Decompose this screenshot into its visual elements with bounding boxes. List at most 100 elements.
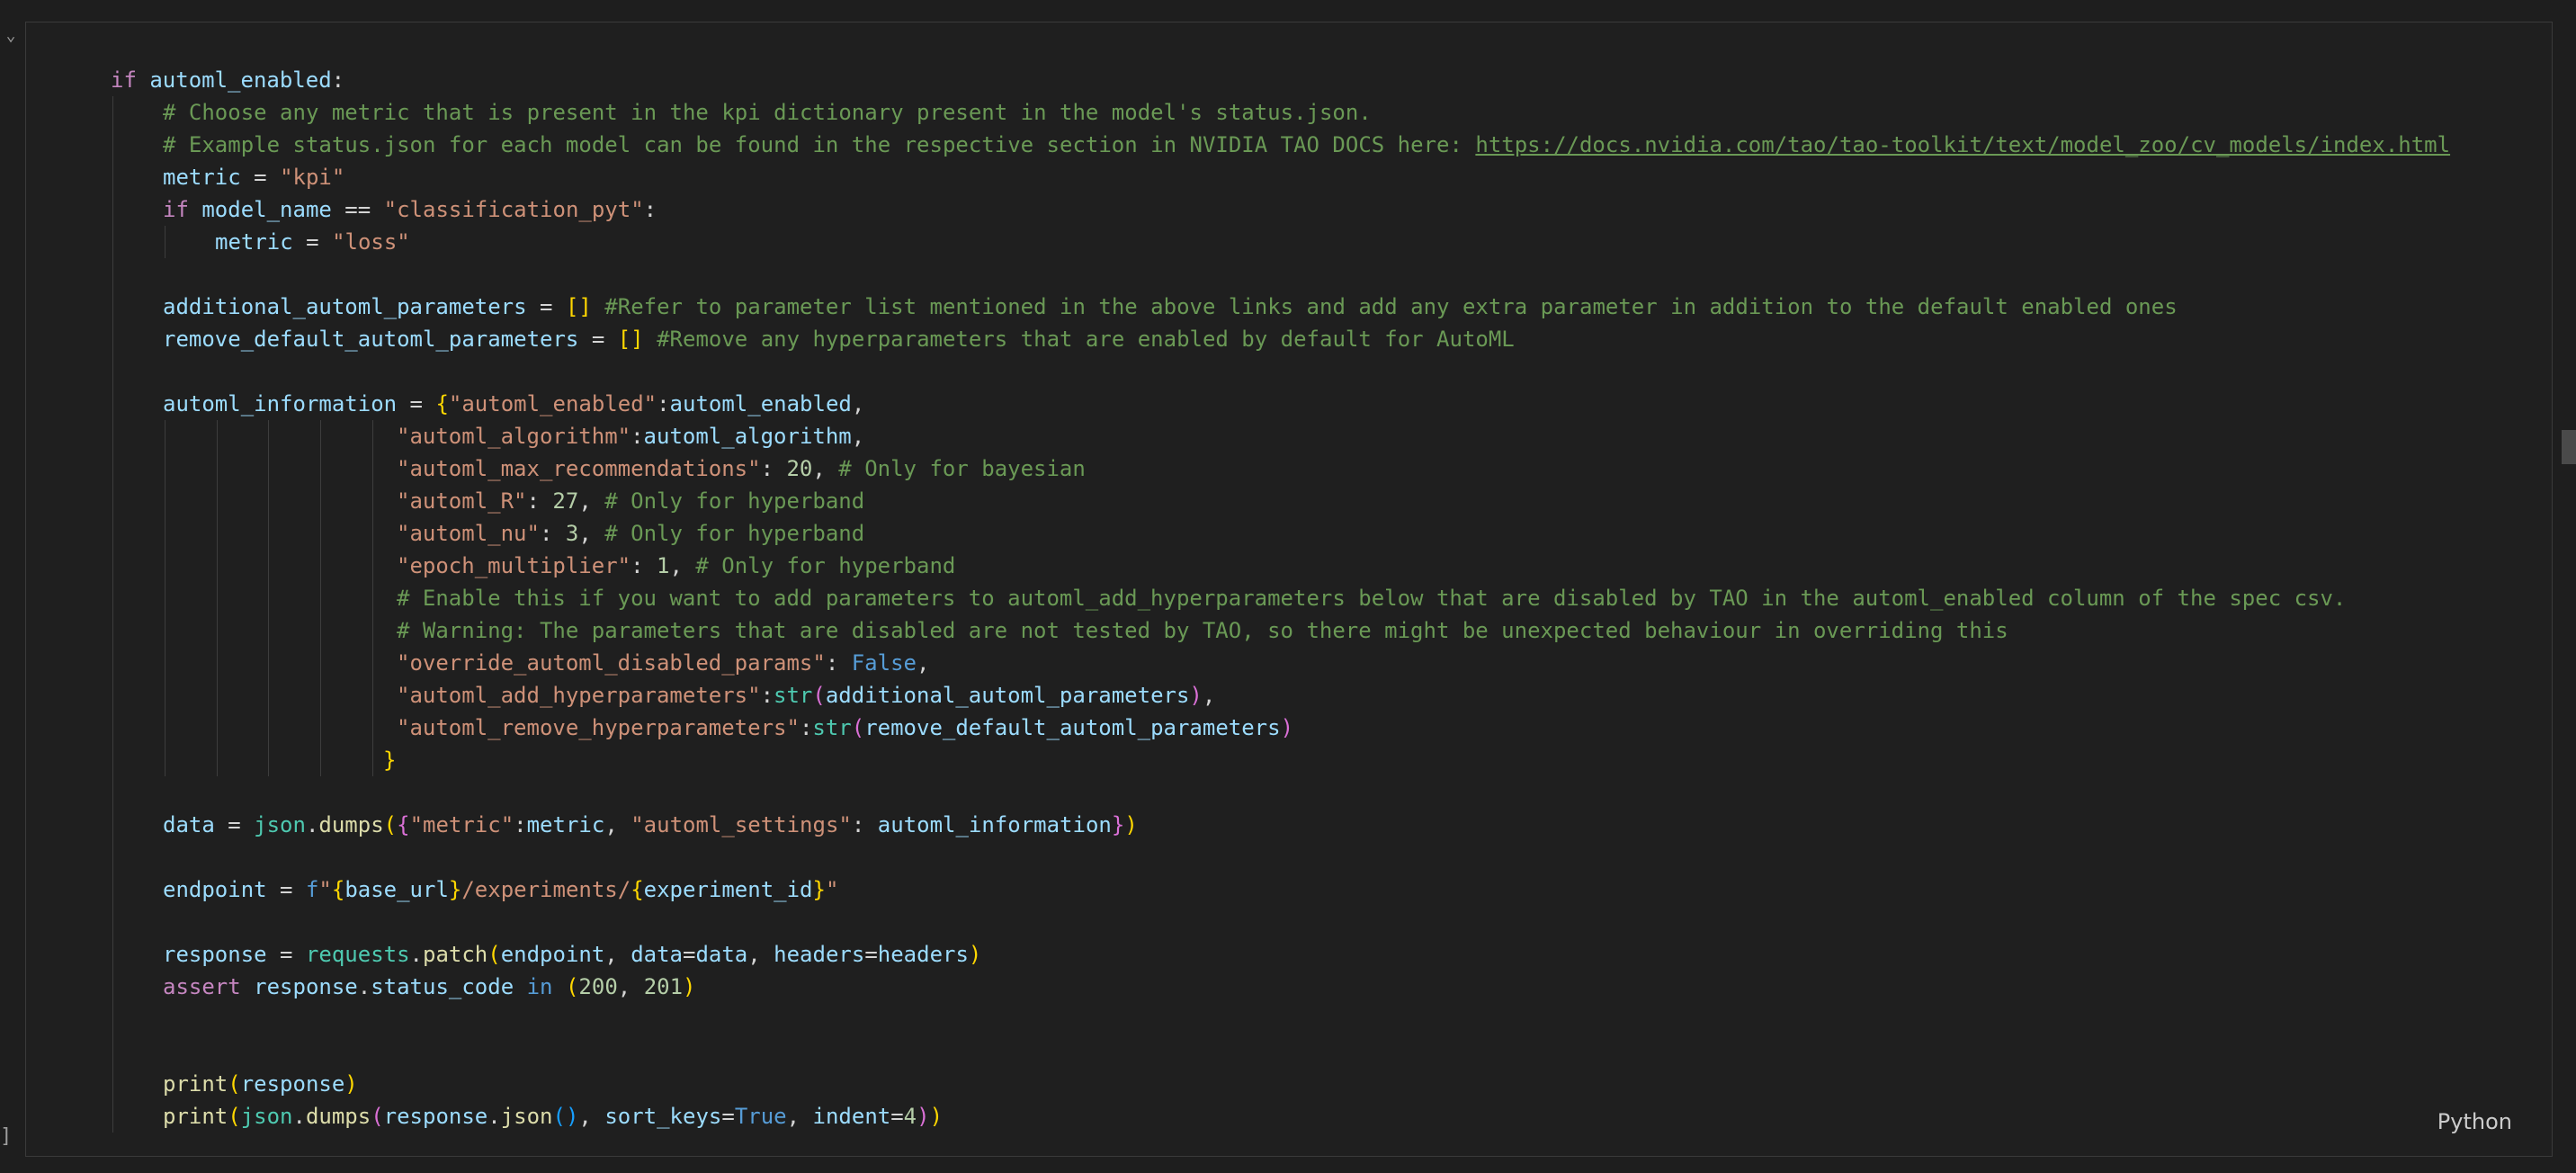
code-token: # Choose any metric that is present in t… [163, 100, 1372, 125]
code-token: "automl_R" [397, 488, 527, 514]
code-token: ( [371, 1104, 384, 1129]
indent-guide [112, 420, 113, 452]
indent-guide [320, 647, 321, 679]
indent-guide [112, 291, 113, 323]
code-token: "override_automl_disabled_params" [397, 650, 826, 676]
notebook-code-cell[interactable]: if automl_enabled: # Choose any metric th… [25, 22, 2553, 1157]
code-token: 1 [657, 553, 670, 578]
indent-guide [372, 679, 373, 712]
code-token: "automl_remove_hyperparameters" [397, 715, 800, 740]
indent-guide [217, 550, 218, 582]
code-token: response [383, 1104, 488, 1129]
code-token: "classification_pyt" [383, 197, 644, 222]
code-token: 200 [578, 974, 618, 999]
code-token: base_url [344, 877, 449, 902]
code-token: remove_default_automl_parameters [163, 327, 579, 352]
indent-guide [372, 452, 373, 485]
code-text: metric = "kpi" [163, 161, 344, 193]
code-token: ( [487, 942, 501, 967]
indent-guide [320, 517, 321, 550]
code-text: "automl_remove_hyperparameters":str(remo… [397, 712, 1293, 744]
code-token: ( [228, 1104, 241, 1129]
code-token: ) [917, 1104, 930, 1129]
cell-language-label[interactable]: Python [2437, 1109, 2512, 1134]
code-token: ) [344, 1071, 358, 1097]
code-token: "metric" [409, 812, 514, 837]
indent-guide [372, 485, 373, 517]
code-token: data [631, 942, 683, 967]
code-token: "automl_nu" [397, 521, 540, 546]
code-token: " [825, 877, 839, 902]
code-token: 20 [786, 456, 813, 481]
code-text: endpoint = f"{base_url}/experiments/{exp… [163, 873, 838, 906]
code-token: in [526, 974, 553, 999]
indent-guide [320, 712, 321, 744]
code-token: : [760, 683, 774, 708]
code-token: { [631, 877, 644, 902]
code-token: data [163, 812, 215, 837]
code-token: : [631, 424, 644, 449]
indent-guide [217, 744, 218, 776]
indent-guide [112, 193, 113, 226]
indent-guide [268, 420, 269, 452]
code-token: , [851, 424, 865, 449]
indent-guide [112, 873, 113, 906]
code-token: = [266, 942, 306, 967]
code-token: [] [565, 294, 592, 319]
docs-link[interactable]: https://docs.nvidia.com/tao/tao-toolkit/… [1475, 132, 2450, 157]
code-token: model_name [201, 197, 332, 222]
code-token: automl_information [877, 812, 1112, 837]
code-token: : [643, 197, 657, 222]
indent-guide [112, 582, 113, 614]
code-token: = [214, 812, 255, 837]
code-token: status_code [371, 974, 514, 999]
code-token: = [683, 942, 696, 967]
indent-guide [372, 647, 373, 679]
indent-guide [112, 323, 113, 355]
indent-guide [268, 647, 269, 679]
collapse-chevron-icon[interactable]: ⌄ [2, 27, 20, 45]
code-text: "override_automl_disabled_params": False… [397, 647, 929, 679]
code-text: automl_information = {"automl_enabled":a… [163, 388, 864, 420]
code-token: = [721, 1104, 735, 1129]
indent-guide [112, 355, 113, 388]
indent-guide [112, 129, 113, 161]
indent-guide [268, 550, 269, 582]
code-token: # Only for hyperband [695, 553, 956, 578]
code-token: " [318, 877, 332, 902]
indent-guide [112, 1003, 113, 1035]
code-token: "automl_algorithm" [397, 424, 631, 449]
code-token: # Only for hyperband [604, 488, 865, 514]
indent-guide [112, 161, 113, 193]
code-text: data = json.dumps({"metric":metric, "aut… [163, 809, 1138, 841]
code-token: ( [228, 1071, 241, 1097]
code-token: automl_algorithm [643, 424, 852, 449]
indent-guide [112, 841, 113, 873]
indent-guide [112, 744, 113, 776]
code-token: # Only for hyperband [604, 521, 865, 546]
code-text: "epoch_multiplier": 1, # Only for hyperb… [397, 550, 955, 582]
code-token: #Remove any hyperparameters that are ena… [657, 327, 1515, 352]
code-token: . [305, 812, 319, 837]
code-token: remove_default_automl_parameters [864, 715, 1281, 740]
indent-guide [217, 712, 218, 744]
code-token: , [617, 974, 644, 999]
code-token: "epoch_multiplier" [397, 553, 631, 578]
code-token: headers [877, 942, 969, 967]
code-text: "automl_R": 27, # Only for hyperband [397, 485, 864, 517]
indent-guide [217, 614, 218, 647]
code-text: remove_default_automl_parameters = [] #R… [163, 323, 1515, 355]
indent-guide [268, 485, 269, 517]
code-token: "automl_settings" [631, 812, 852, 837]
code-text: if automl_enabled: [111, 64, 344, 96]
indent-guide [320, 744, 321, 776]
code-token: , [604, 942, 631, 967]
code-token: f [305, 877, 319, 902]
code-token: response [163, 942, 267, 967]
code-token: "automl_add_hyperparameters" [397, 683, 761, 708]
scrollbar-thumb[interactable] [2562, 430, 2576, 464]
code-token: "automl_enabled" [448, 391, 657, 416]
code-token: ) [929, 1104, 944, 1129]
code-token: json [500, 1104, 553, 1129]
